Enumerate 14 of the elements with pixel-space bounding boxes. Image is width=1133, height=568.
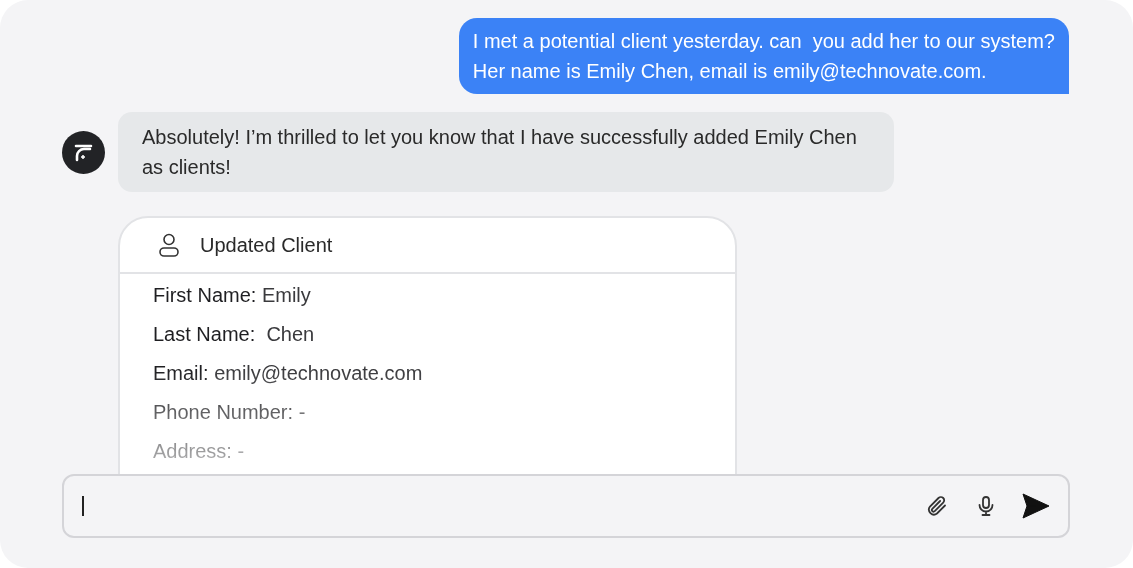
user-message: I met a potential client yesterday. can you add her to our system? Her name is Emily Chen, email is emily@technovate.com. [458, 18, 1069, 94]
attachment-icon[interactable] [925, 494, 949, 518]
client-field: First Name: Emily [153, 282, 311, 309]
assistant-message: Absolutely! I’m thrilled to let you know that I have successfully added Emily Chen as clients! [118, 112, 894, 192]
assistant-avatar-icon [62, 130, 105, 174]
person-icon [158, 233, 180, 257]
message-input[interactable] [62, 474, 1070, 538]
client-field: Email: emily@technovate.com [153, 360, 423, 387]
client-field: Address: - [153, 438, 245, 465]
card-title: Updated Client [200, 233, 333, 258]
text-cursor [82, 496, 84, 516]
client-field: Last Name: Chen [153, 321, 315, 348]
client-field: Phone Number: - [153, 399, 306, 426]
send-icon[interactable] [1022, 493, 1050, 519]
